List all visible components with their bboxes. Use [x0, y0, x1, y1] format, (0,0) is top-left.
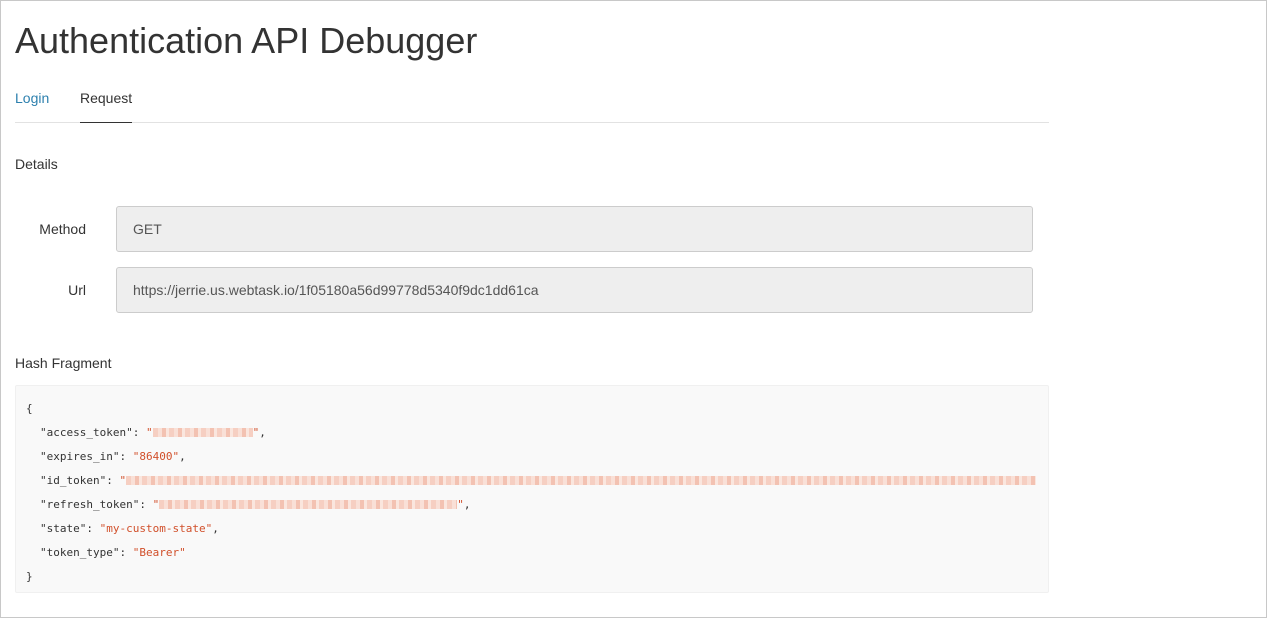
code-value: "86400": [132, 450, 180, 463]
redacted-value: [126, 476, 1037, 485]
code-key: "id_token": [40, 474, 107, 487]
hash-fragment-heading: Hash Fragment: [15, 355, 112, 371]
code-line-refresh-token: "refresh_token": " ",: [40, 498, 471, 511]
app-window: Authentication API Debugger Login Reques…: [0, 0, 1267, 618]
code-key: "state": [40, 522, 87, 535]
code-key: "token_type": [40, 546, 120, 559]
code-line-token-type: "token_type": "Bearer": [40, 546, 186, 559]
page-title: Authentication API Debugger: [15, 20, 478, 61]
redacted-value: [152, 428, 253, 437]
details-heading: Details: [15, 156, 58, 172]
code-value: "Bearer": [132, 546, 186, 559]
hash-fragment-code[interactable]: { "access_token": " ", "expires_in": "864…: [15, 385, 1049, 593]
url-label: Url: [68, 282, 86, 298]
code-value: "my-custom-state": [99, 522, 213, 535]
code-open-brace: {: [26, 402, 33, 415]
code-line-access-token: "access_token": " ",: [40, 426, 266, 439]
code-key: "expires_in": [40, 450, 120, 463]
method-field[interactable]: GET: [116, 206, 1033, 252]
code-key: "access_token": [40, 426, 133, 439]
tab-request[interactable]: Request: [80, 77, 133, 123]
code-line-state: "state": "my-custom-state",: [40, 522, 219, 535]
redacted-value: [159, 500, 458, 509]
tab-login[interactable]: Login: [15, 77, 49, 123]
code-line-expires-in: "expires_in": "86400",: [40, 450, 186, 463]
code-line-id-token: "id_token": ": [26, 473, 1037, 489]
method-label: Method: [39, 221, 86, 237]
tab-bar: Login Request: [15, 77, 1049, 123]
code-close-brace: }: [26, 570, 33, 583]
url-field[interactable]: https://jerrie.us.webtask.io/1f05180a56d…: [116, 267, 1033, 313]
code-key: "refresh_token": [40, 498, 140, 511]
